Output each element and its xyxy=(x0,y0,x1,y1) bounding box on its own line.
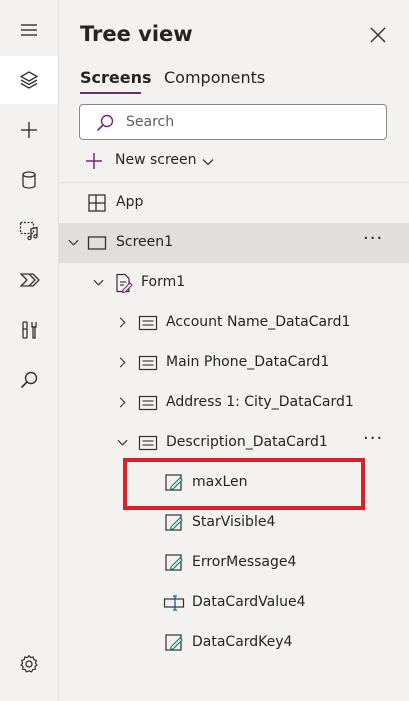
tree-item-label: StarVisible4 xyxy=(192,514,276,530)
advanced-tools-icon xyxy=(22,321,37,339)
tree-item-label: DataCardValue4 xyxy=(192,594,306,610)
tab-components[interactable]: Components xyxy=(164,68,265,87)
tree-item-label: Main Phone_DataCard1 xyxy=(166,354,330,370)
plus-icon xyxy=(86,153,102,169)
tree-item-datacard[interactable]: Address 1: City_DataCard1 xyxy=(59,383,409,423)
tree-item-app[interactable]: App xyxy=(59,183,409,223)
tree-item-label: DataCardKey4 xyxy=(192,634,293,650)
tree-item-screen1[interactable]: Screen1 ··· xyxy=(59,223,409,263)
search-icon xyxy=(96,114,114,132)
tree-item-datacard[interactable]: Description_DataCard1 ··· xyxy=(59,423,409,463)
active-tab-indicator xyxy=(80,92,141,94)
power-automate-icon xyxy=(20,273,40,287)
datacard-icon xyxy=(138,315,158,331)
tree-item-datacard[interactable]: Main Phone_DataCard1 xyxy=(59,343,409,383)
chevron-down-icon[interactable] xyxy=(92,276,105,289)
edit-label-icon xyxy=(165,634,183,651)
media-icon xyxy=(19,221,38,241)
highlight-box xyxy=(123,458,365,510)
chevron-right-icon[interactable] xyxy=(116,356,129,369)
layers-icon xyxy=(19,71,39,89)
new-screen-label: New screen xyxy=(115,152,197,168)
form-icon xyxy=(116,273,133,294)
tree-item-label: Account Name_DataCard1 xyxy=(166,314,351,330)
tab-screens[interactable]: Screens xyxy=(80,68,152,87)
left-rail xyxy=(0,0,59,701)
chevron-down-icon xyxy=(202,159,214,166)
datacard-icon xyxy=(138,435,158,451)
data-button[interactable] xyxy=(0,156,58,204)
screen-icon xyxy=(87,236,107,250)
tree-item-datacard[interactable]: Account Name_DataCard1 xyxy=(59,303,409,343)
tree-item-label: Screen1 xyxy=(116,234,174,250)
search-input[interactable]: Search xyxy=(79,104,387,140)
tree-item-label: Description_DataCard1 xyxy=(166,434,328,450)
search-icon xyxy=(20,371,38,389)
tree-item-label: Form1 xyxy=(141,274,186,290)
edit-label-icon xyxy=(165,514,183,531)
tree-item-label: Address 1: City_DataCard1 xyxy=(166,394,354,410)
text-input-icon xyxy=(163,595,185,611)
app-icon xyxy=(88,194,106,212)
more-options-button[interactable]: ··· xyxy=(363,228,383,249)
search-rail-button[interactable] xyxy=(0,356,58,404)
settings-gear-icon xyxy=(20,654,38,673)
tree-item-control[interactable]: DataCardValue4 xyxy=(59,583,409,623)
insert-button[interactable] xyxy=(0,106,58,154)
chevron-right-icon[interactable] xyxy=(116,316,129,329)
tree-view-button[interactable] xyxy=(0,56,58,104)
tree-item-control[interactable]: DataCardKey4 xyxy=(59,623,409,663)
media-button[interactable] xyxy=(0,206,58,254)
tree-view-panel: Tree view Screens Components Search New … xyxy=(59,0,409,701)
tree-item-label: App xyxy=(116,194,144,210)
database-icon xyxy=(22,171,36,189)
chevron-right-icon[interactable] xyxy=(116,396,129,409)
plus-icon xyxy=(21,122,37,138)
advanced-tools-button[interactable] xyxy=(0,306,58,354)
hamburger-menu-icon xyxy=(21,24,37,36)
tree-item-form1[interactable]: Form1 xyxy=(59,263,409,303)
hamburger-menu-button[interactable] xyxy=(0,6,58,54)
settings-button[interactable] xyxy=(0,640,58,688)
chevron-down-icon[interactable] xyxy=(116,436,129,449)
edit-label-icon xyxy=(165,554,183,571)
power-automate-button[interactable] xyxy=(0,256,58,304)
panel-title: Tree view xyxy=(80,22,193,46)
chevron-down-icon[interactable] xyxy=(67,236,80,249)
datacard-icon xyxy=(138,355,158,371)
tree-item-label: ErrorMessage4 xyxy=(192,554,297,570)
search-placeholder: Search xyxy=(126,114,175,130)
more-options-button[interactable]: ··· xyxy=(363,428,383,449)
tree-item-control[interactable]: ErrorMessage4 xyxy=(59,543,409,583)
close-icon[interactable] xyxy=(367,24,389,46)
datacard-icon xyxy=(138,395,158,411)
